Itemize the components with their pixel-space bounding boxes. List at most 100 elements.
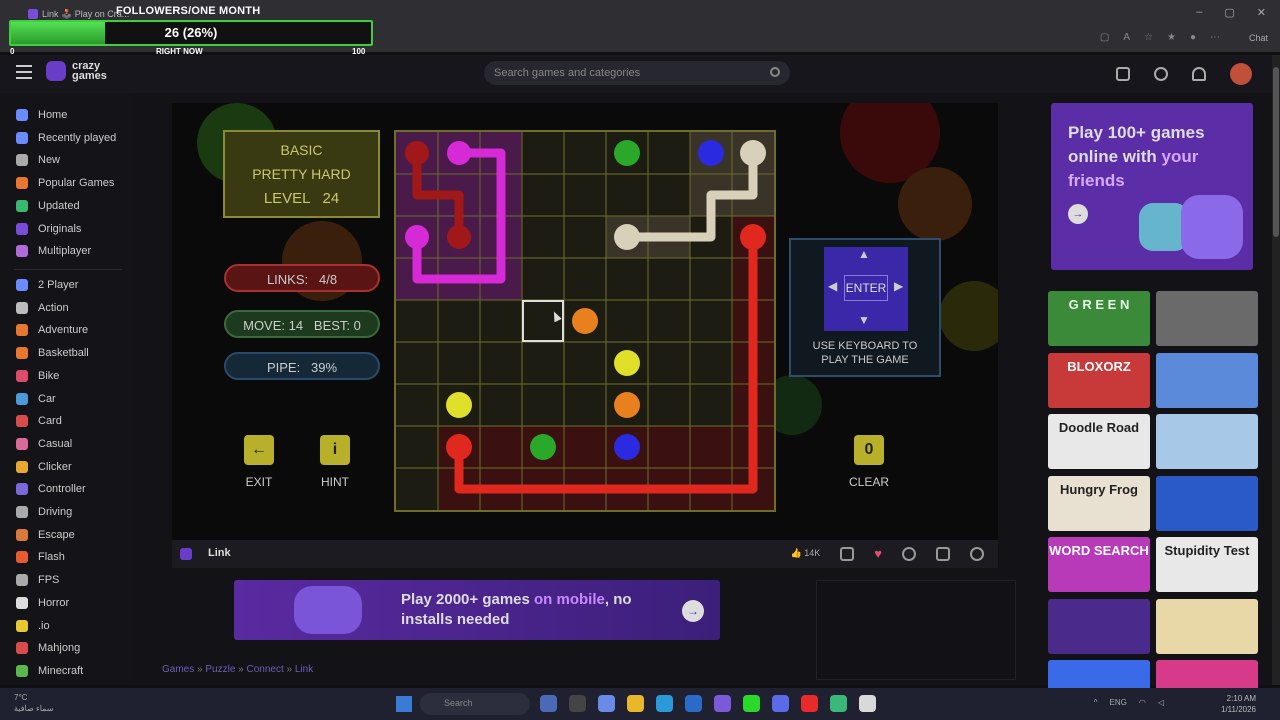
dislike-icon[interactable] [840,546,855,561]
sidebar-item-originals[interactable]: Originals [16,219,81,239]
crazygames-logo[interactable]: crazy games [46,61,107,82]
sidebar-item-card[interactable]: Card [16,411,62,431]
sidebar-item-action[interactable]: Action [16,298,69,318]
sidebar-item-new[interactable]: New [16,150,60,170]
sidebar-item-home[interactable]: Home [16,105,67,125]
youtube-icon[interactable] [801,695,818,712]
sidebar-item-popular-games[interactable]: Popular Games [16,173,114,193]
windows-start-icon[interactable] [396,696,412,712]
game-thumbnail[interactable]: WORD SEARCH [1048,537,1150,592]
game-canvas[interactable]: BASIC PRETTY HARD LEVEL 24 LINKS: 4/8 MO… [172,103,998,540]
app-icon[interactable] [830,695,847,712]
game-thumbnail[interactable] [1156,352,1258,408]
puzzle-grid[interactable] [394,130,776,512]
app-icon[interactable] [859,695,876,712]
arrow-right-icon[interactable]: → [682,600,704,622]
exit-button[interactable]: ← [244,435,274,465]
sidebar-item-driving[interactable]: Driving [16,502,72,522]
notifications-bell-icon[interactable] [1154,67,1168,81]
sidebar-item-multiplayer[interactable]: Multiplayer [16,241,91,261]
arrow-left-icon[interactable]: ◀ [828,279,837,293]
dpad[interactable]: ▲ ◀ ▶ ▼ ENTER [824,247,908,331]
language-indicator[interactable]: ENG [1110,698,1127,707]
sidebar-item-horror[interactable]: Horror [16,593,69,613]
game-thumbnail[interactable] [1156,291,1258,346]
sidebar-item-adventure[interactable]: Adventure [16,320,88,340]
breadcrumb-link[interactable]: Games [162,664,194,675]
game-thumbnail[interactable] [1048,598,1150,654]
sidebar-item-mahjong[interactable]: Mahjong [16,638,80,658]
sidebar-item-recently-played[interactable]: Recently played [16,128,116,148]
scrollbar-thumb[interactable] [1273,67,1279,237]
search-icon[interactable] [770,67,780,77]
arrow-up-icon[interactable]: ▲ [858,247,870,261]
puzzle-board-svg[interactable] [396,132,774,510]
split-icon[interactable]: ▢ [1100,32,1109,43]
game-thumbnail[interactable]: G R E E N [1048,291,1150,346]
arrow-down-icon[interactable]: ▼ [858,313,870,327]
volume-icon[interactable]: ◁ [1158,698,1164,707]
sidebar-item-updated[interactable]: Updated [16,196,80,216]
weather-widget[interactable]: 7°C سماء صافية [14,692,54,714]
chevron-up-icon[interactable]: ^ [1094,698,1098,707]
sidebar-item-flash[interactable]: Flash [16,547,65,567]
close-icon[interactable]: ✕ [1257,6,1266,19]
game-thumbnail[interactable]: Doodle Road [1048,414,1150,469]
store-icon[interactable] [685,695,702,712]
avatar[interactable] [1230,63,1252,85]
game-thumbnail[interactable]: BLOXORZ [1048,352,1150,408]
feedback-icon[interactable] [936,546,950,561]
multiplayer-promo[interactable]: Play 100+ games online with your friends → [1051,103,1253,270]
kick-icon[interactable] [743,695,760,712]
task-view-icon[interactable] [569,695,586,712]
breadcrumb-link[interactable]: Link [295,664,313,675]
sidebar-item-controller[interactable]: Controller [16,479,86,499]
copilot-icon[interactable] [598,695,615,712]
profile-icon[interactable]: ● [1190,32,1196,43]
sidebar-item-bike[interactable]: Bike [16,366,59,386]
sidebar-item-clicker[interactable]: Clicker [16,457,72,477]
discord-icon[interactable] [772,695,789,712]
maximize-icon[interactable]: ▢ [1224,6,1234,19]
arrow-right-icon[interactable]: → [1068,204,1088,224]
favorites-icon[interactable]: ★ [1167,32,1176,43]
sidebar-item-2-player[interactable]: 2 Player [16,275,78,295]
like-button[interactable]: 👍 14K [791,548,821,559]
mobile-promo-banner[interactable]: Play 2000+ games on mobile, no installs n… [234,580,720,640]
game-thumbnail[interactable]: Hungry Frog [1048,475,1150,531]
clear-button[interactable]: 0 [854,435,884,465]
sidebar-item-escape[interactable]: Escape [16,525,75,545]
more-icon[interactable]: ⋯ [1210,32,1220,43]
clock[interactable]: 2:10 AM 1/11/2026 [1221,693,1256,715]
favorite-heart-icon[interactable]: ♥ [874,546,882,561]
hamburger-menu-icon[interactable] [16,65,32,79]
search-input[interactable]: Search games and categories [484,61,790,85]
game-thumbnail[interactable] [1156,598,1258,654]
sidebar-item-minecraft[interactable]: Minecraft [16,661,83,681]
sidebar-item-io[interactable]: .io [16,616,50,636]
sidebar-item-casual[interactable]: Casual [16,434,72,454]
fullscreen-icon[interactable] [970,546,984,561]
hint-button[interactable]: i [320,435,350,465]
read-aloud-icon[interactable]: A [1123,32,1130,43]
game-thumbnail[interactable] [1156,475,1258,531]
arrow-right-icon[interactable]: ▶ [894,279,903,293]
game-thumbnail[interactable]: Stupidity Test [1156,537,1258,592]
breadcrumb-link[interactable]: Puzzle [205,664,235,675]
favorites-heart-icon[interactable] [1192,67,1206,81]
wifi-icon[interactable]: ◠ [1139,698,1146,707]
taskbar-search[interactable]: Search [420,693,530,715]
friends-icon[interactable] [1116,67,1130,81]
favorite-star-icon[interactable]: ☆ [1144,32,1153,43]
game-thumbnail[interactable] [1156,414,1258,469]
enter-key[interactable]: ENTER [844,275,888,301]
scrollbar[interactable] [1272,55,1280,685]
sidebar-item-fps[interactable]: FPS [16,570,59,590]
widgets-icon[interactable] [540,695,557,712]
app-icon[interactable] [714,695,731,712]
edge-icon[interactable] [656,695,673,712]
minimize-icon[interactable]: – [1196,6,1202,19]
file-explorer-icon[interactable] [627,695,644,712]
copilot-chat-button[interactable]: Chat [1249,33,1268,43]
sidebar-item-basketball[interactable]: Basketball [16,343,89,363]
